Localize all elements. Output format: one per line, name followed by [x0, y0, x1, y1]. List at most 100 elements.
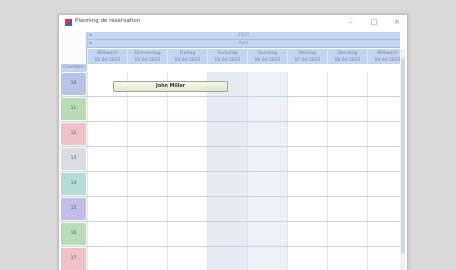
grid-cell[interactable] — [127, 147, 167, 171]
planning-view: ◂ 2025 ◂ Avril Mittwoch 02.04.2025 Donners… — [61, 32, 405, 270]
grid-cell[interactable] — [87, 122, 127, 146]
day-date: 03.04.2025 — [134, 58, 161, 63]
grid-cell[interactable] — [167, 172, 207, 196]
grid-cell[interactable] — [327, 72, 367, 96]
room-label[interactable]: 10 — [61, 73, 86, 95]
grid-cell[interactable] — [247, 97, 287, 121]
day-date: 06.04.2025 — [254, 58, 281, 63]
day-date: 02.04.2025 — [94, 58, 121, 63]
grid-cell[interactable] — [207, 222, 247, 246]
grid-cell[interactable] — [207, 122, 247, 146]
booking-john-miller[interactable]: John Miller — [113, 81, 228, 92]
day-header: Donnerstag 03.04.2025 — [127, 49, 167, 64]
grid-cell[interactable] — [207, 147, 247, 171]
grid-cell[interactable] — [327, 247, 367, 270]
grid-cell[interactable] — [287, 97, 327, 121]
room-label[interactable]: 11 — [61, 98, 86, 120]
grid-cell[interactable] — [247, 122, 287, 146]
grid-cell[interactable] — [87, 222, 127, 246]
grid-cell[interactable] — [207, 247, 247, 270]
grid-cell[interactable] — [127, 172, 167, 196]
grid-cell[interactable] — [327, 222, 367, 246]
grid-cell[interactable] — [167, 197, 207, 221]
month-header[interactable]: ◂ Avril — [87, 40, 400, 48]
grid-cell[interactable] — [287, 222, 327, 246]
scrollbar-thumb[interactable] — [400, 58, 405, 253]
grid-cell[interactable] — [207, 172, 247, 196]
grid-cell[interactable] — [247, 172, 287, 196]
grid-cell[interactable] — [247, 247, 287, 270]
day-date: 04.04.2025 — [174, 58, 201, 63]
day-header: Montag 07.04.2025 — [287, 49, 327, 64]
grid-cell[interactable] — [327, 147, 367, 171]
app-window: Planning de réservation – □ × ◂ 2025 ◂ A… — [58, 14, 408, 270]
day-name: Dienstag — [337, 51, 358, 56]
grid-cell[interactable] — [327, 172, 367, 196]
booking-grid[interactable]: 17 16 15 14 13 12 11 10 John Miller — [61, 72, 405, 270]
title-bar[interactable]: Planning de réservation – □ × — [59, 15, 407, 31]
grid-cell[interactable] — [207, 197, 247, 221]
maximize-button[interactable]: □ — [365, 16, 383, 29]
grid-cell[interactable] — [87, 197, 127, 221]
grid-cell[interactable] — [127, 97, 167, 121]
grid-cell[interactable] — [327, 197, 367, 221]
grid-cell[interactable] — [167, 122, 207, 146]
day-name: Samstag — [217, 51, 238, 56]
room-label[interactable]: 13 — [61, 148, 86, 170]
grid-cell[interactable] — [127, 247, 167, 270]
grid-cell[interactable] — [247, 197, 287, 221]
grid-cell[interactable] — [87, 97, 127, 121]
year-prev-icon[interactable]: ◂ — [89, 32, 91, 39]
grid-cell[interactable] — [247, 147, 287, 171]
grid-cell[interactable] — [167, 247, 207, 270]
grid-cell[interactable] — [287, 147, 327, 171]
day-name: Sonntag — [258, 51, 277, 56]
room-row: 11 — [61, 97, 405, 122]
room-row: 13 — [61, 147, 405, 172]
grid-cell[interactable] — [327, 122, 367, 146]
grid-cell[interactable] — [127, 222, 167, 246]
day-header: Sonntag 06.04.2025 — [247, 49, 287, 64]
month-prev-icon[interactable]: ◂ — [89, 40, 91, 47]
room-row: 16 — [61, 222, 405, 247]
day-date: 07.04.2025 — [294, 58, 321, 63]
day-date: 08.04.2025 — [334, 58, 361, 63]
grid-cell[interactable] — [247, 72, 287, 96]
grid-cell[interactable] — [287, 122, 327, 146]
app-icon — [65, 19, 72, 26]
grid-cell[interactable] — [167, 97, 207, 121]
room-row: 12 — [61, 122, 405, 147]
room-label[interactable]: 17 — [61, 248, 86, 270]
grid-cell[interactable] — [207, 97, 247, 121]
grid-cell[interactable] — [327, 97, 367, 121]
day-name: Montag — [299, 51, 316, 56]
grid-cell[interactable] — [127, 197, 167, 221]
room-column-header: Chambre — [61, 64, 86, 72]
room-label[interactable]: 16 — [61, 223, 86, 245]
grid-cell[interactable] — [287, 247, 327, 270]
room-label[interactable]: 15 — [61, 198, 86, 220]
vertical-scrollbar[interactable] — [400, 49, 405, 270]
grid-cell[interactable] — [247, 222, 287, 246]
window-title: Planning de réservation — [75, 18, 141, 24]
day-header: Samstag 05.04.2025 — [207, 49, 247, 64]
day-header: Dienstag 08.04.2025 — [327, 49, 367, 64]
grid-cell[interactable] — [87, 147, 127, 171]
grid-cell[interactable] — [167, 147, 207, 171]
grid-cell[interactable] — [127, 122, 167, 146]
month-label: Avril — [238, 41, 249, 46]
year-label: 2025 — [237, 33, 250, 38]
grid-cell[interactable] — [87, 247, 127, 270]
close-button[interactable]: × — [388, 16, 406, 29]
day-header: Freitag 04.04.2025 — [167, 49, 207, 64]
grid-cell[interactable] — [87, 172, 127, 196]
grid-cell[interactable] — [167, 222, 207, 246]
grid-cell[interactable] — [287, 72, 327, 96]
minimize-button[interactable]: – — [342, 16, 360, 29]
grid-cell[interactable] — [287, 197, 327, 221]
day-name: Freitag — [179, 51, 196, 56]
year-header[interactable]: ◂ 2025 — [87, 32, 400, 40]
room-label[interactable]: 12 — [61, 123, 86, 145]
grid-cell[interactable] — [287, 172, 327, 196]
room-label[interactable]: 14 — [61, 173, 86, 195]
